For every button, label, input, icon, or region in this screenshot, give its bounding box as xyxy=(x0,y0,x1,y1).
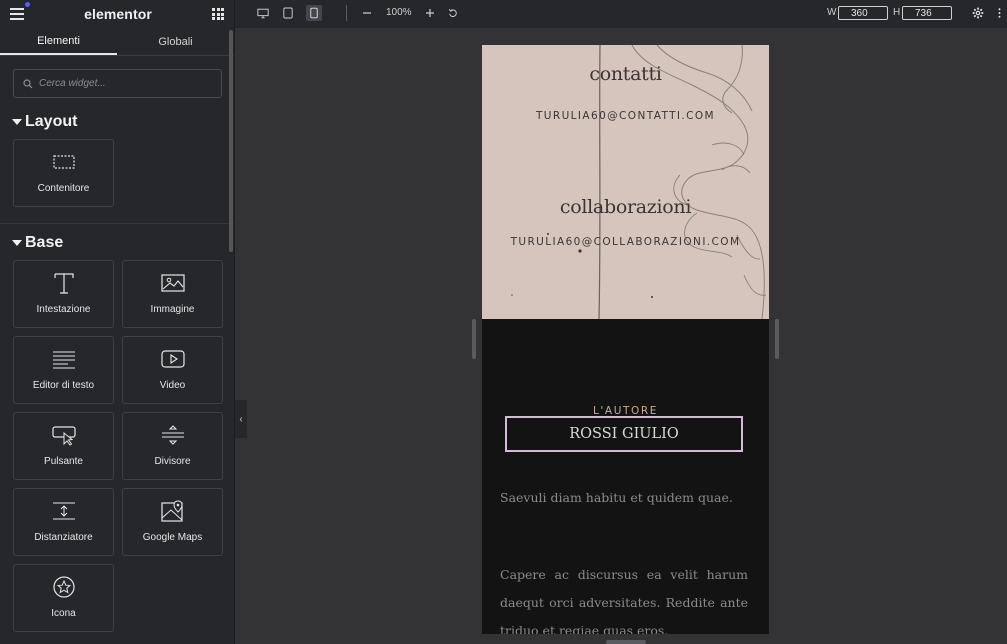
resize-handle-bottom[interactable] xyxy=(606,640,646,644)
collaborations-email-link[interactable]: TURULIA60@COLLABORAZIONI.COM xyxy=(482,236,769,248)
tab-globali[interactable]: Globali xyxy=(117,28,234,55)
widget-distanziatore[interactable]: Distanziatore xyxy=(13,488,114,556)
contacts-heading: contatti xyxy=(589,63,662,85)
collapse-panel-button[interactable]: ‹ xyxy=(235,400,247,438)
widget-label: Immagine xyxy=(150,304,195,315)
image-icon xyxy=(160,274,185,292)
width-input[interactable] xyxy=(838,6,888,20)
desktop-icon[interactable] xyxy=(255,5,271,21)
section-title: Base xyxy=(25,234,64,251)
divider-icon xyxy=(161,425,184,445)
tab-elementi[interactable]: Elementi xyxy=(0,28,117,55)
widget-label: Icona xyxy=(51,608,76,619)
panel-header: elementor xyxy=(0,0,234,28)
gear-icon[interactable] xyxy=(970,5,986,21)
caret-down-icon xyxy=(12,119,22,125)
more-vertical-icon[interactable] xyxy=(991,5,1007,21)
widget-panel: elementor Elementi Globali Layout Conten… xyxy=(0,0,235,644)
notification-dot xyxy=(25,2,30,7)
widget-label: Editor di testo xyxy=(32,380,95,391)
spacer-icon xyxy=(52,502,75,520)
height-label: H xyxy=(893,7,901,18)
toolbar-separator xyxy=(346,5,347,21)
widget-google-maps[interactable]: Google Maps xyxy=(122,488,223,556)
top-toolbar: 100% W H xyxy=(235,0,1007,28)
section-base-toggle[interactable]: Base xyxy=(0,224,234,252)
widget-contenitore[interactable]: Contenitore xyxy=(13,139,114,207)
contacts-email-link[interactable]: TURULIA60@CONTATTI.COM xyxy=(482,110,769,122)
widget-divisore[interactable]: Divisore xyxy=(122,412,223,480)
text-editor-icon xyxy=(52,351,75,369)
apps-grid-icon[interactable] xyxy=(212,8,224,20)
author-name: ROSSI GIULIO xyxy=(569,426,679,442)
elementor-editor: elementor Elementi Globali Layout Conten… xyxy=(0,0,1007,644)
search-input[interactable] xyxy=(39,78,209,89)
collaborations-heading: collaborazioni xyxy=(559,196,692,218)
widget-pulsante[interactable]: Pulsante xyxy=(13,412,114,480)
panel-scrollbar[interactable] xyxy=(229,30,233,252)
zoom-out-icon[interactable] xyxy=(359,5,375,21)
tablet-icon[interactable] xyxy=(280,5,296,21)
widget-editor-di-testo[interactable]: Editor di testo xyxy=(13,336,114,404)
chevron-left-icon: ‹ xyxy=(239,413,243,425)
widget-label: Distanziatore xyxy=(34,532,93,543)
widget-label: Video xyxy=(159,380,186,391)
zoom-level: 100% xyxy=(386,7,412,18)
mobile-icon[interactable] xyxy=(306,5,322,21)
widget-label: Google Maps xyxy=(142,532,203,543)
google-maps-icon xyxy=(160,500,183,522)
elementor-logo: elementor xyxy=(84,6,152,22)
widget-label: Contenitore xyxy=(37,183,90,194)
base-widget-grid: Intestazione Immagine Editor di testo Vi… xyxy=(0,252,234,632)
widget-label: Intestazione xyxy=(36,304,91,315)
caret-down-icon xyxy=(12,240,22,246)
icon-star-icon xyxy=(52,576,75,598)
widget-label: Pulsante xyxy=(44,456,83,467)
reset-zoom-icon[interactable] xyxy=(445,5,461,21)
widget-icona[interactable]: Icona xyxy=(13,564,114,632)
menu-hamburger-icon[interactable] xyxy=(10,2,30,20)
section-title: Layout xyxy=(25,113,78,130)
layout-widget-grid: Contenitore xyxy=(0,131,234,207)
widget-label: Divisore xyxy=(154,456,191,467)
zoom-in-icon[interactable] xyxy=(422,5,438,21)
heading-icon xyxy=(53,273,74,294)
panel-tabs: Elementi Globali xyxy=(0,28,234,56)
section-layout-toggle[interactable]: Layout xyxy=(0,113,234,131)
width-label: W xyxy=(827,7,837,18)
button-icon xyxy=(51,426,76,446)
author-name-box[interactable]: ROSSI GIULIO xyxy=(505,416,743,452)
body-paragraph: Capere ac discursus ea velit harum daequ… xyxy=(500,567,748,634)
widget-intestazione[interactable]: Intestazione xyxy=(13,260,114,328)
botanical-sketch-background xyxy=(482,45,769,319)
widget-video[interactable]: Video xyxy=(122,336,223,404)
widget-search xyxy=(13,69,222,98)
resize-handle-left[interactable] xyxy=(472,319,476,359)
mobile-preview-frame[interactable]: contatti TURULIA60@CONTATTI.COM collabor… xyxy=(482,45,769,634)
contacts-section[interactable]: contatti TURULIA60@CONTATTI.COM collabor… xyxy=(482,45,769,319)
search-icon xyxy=(23,78,33,88)
container-icon xyxy=(52,155,75,169)
intro-paragraph: Saevuli diam habitu et quidem quae. xyxy=(500,490,733,505)
height-input[interactable] xyxy=(902,6,952,20)
widget-immagine[interactable]: Immagine xyxy=(122,260,223,328)
video-icon xyxy=(160,350,185,368)
resize-handle-right[interactable] xyxy=(775,319,779,359)
